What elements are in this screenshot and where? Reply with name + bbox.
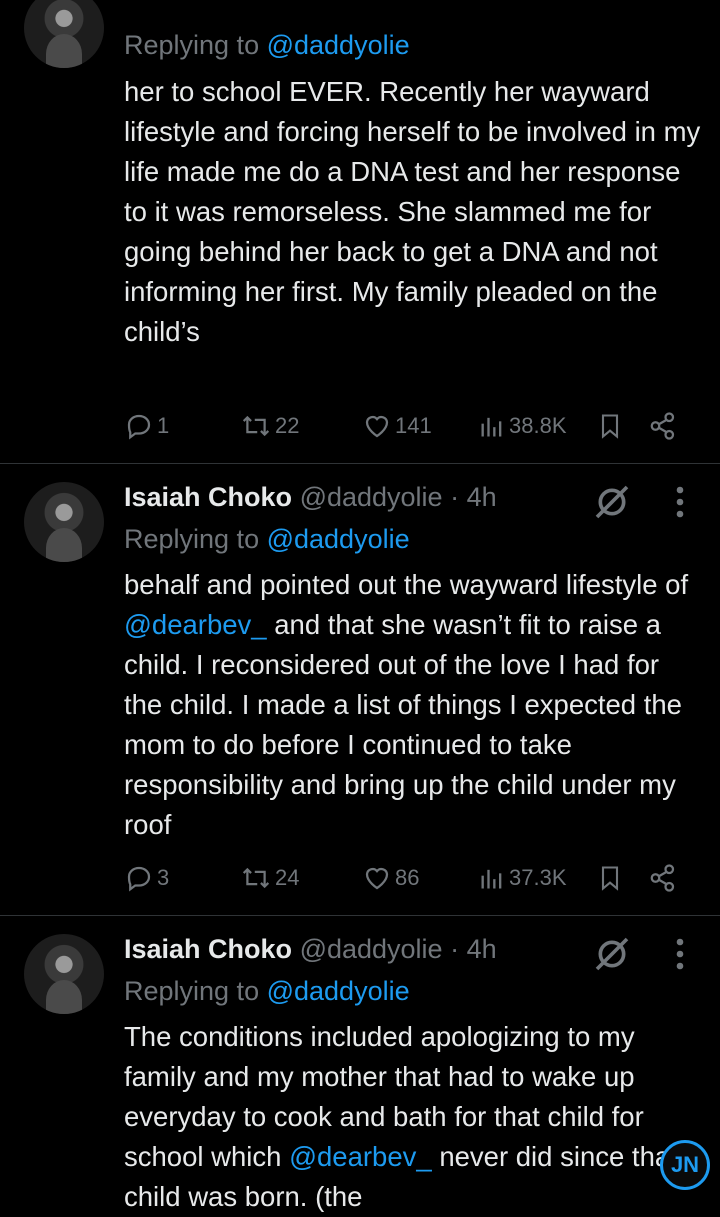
tweet-text: The conditions included apologizing to m… [124, 1021, 678, 1212]
replying-handle-link[interactable]: @daddyolie [267, 30, 410, 60]
repost-icon [242, 415, 270, 437]
replying-handle-link[interactable]: @daddyolie [267, 976, 410, 1006]
bookmark-icon [601, 866, 619, 891]
views-button[interactable]: 38.8K [478, 406, 567, 446]
share-button[interactable] [648, 858, 678, 898]
avatar[interactable] [24, 482, 104, 562]
reply-icon [127, 414, 151, 440]
replying-handle-link[interactable]: @daddyolie [267, 524, 410, 554]
tweet-actions: 1 22 141 38.8K [124, 406, 694, 446]
reply-button[interactable]: 1 [124, 406, 169, 446]
tweet-time[interactable]: · 4h [443, 482, 497, 512]
tweet-text: behalf and pointed out the wayward lifes… [124, 569, 689, 840]
like-button[interactable]: 86 [362, 858, 419, 898]
views-button[interactable]: 37.3K [478, 858, 567, 898]
author-name[interactable]: Isaiah Choko [124, 482, 292, 512]
author-handle[interactable]: @daddyolie [300, 482, 443, 512]
share-icon [650, 864, 675, 892]
bookmark-icon [601, 414, 619, 439]
replying-to: Replying to @daddyolie [124, 976, 410, 1006]
bookmark-button[interactable] [596, 858, 624, 898]
tweet-time[interactable]: · 4h [443, 934, 497, 964]
share-icon [650, 412, 675, 440]
tweet-1[interactable]: Replying to @daddyolie her to school EVE… [0, 0, 720, 460]
replying-to: Replying to @daddyolie [124, 524, 410, 554]
tweet-3[interactable]: Isaiah Choko @daddyolie · 4h Replying to… [0, 916, 720, 1214]
author-name[interactable]: Isaiah Choko [124, 934, 292, 964]
mention-link[interactable]: @dearbev_ [289, 1141, 432, 1172]
reply-icon [127, 866, 151, 892]
watermark-logo: JN [660, 1140, 710, 1190]
author-handle[interactable]: @daddyolie [300, 934, 443, 964]
bookmark-button[interactable] [596, 406, 624, 446]
tweet-text: her to school EVER. Recently her wayward… [124, 76, 701, 347]
reply-button[interactable]: 3 [124, 858, 169, 898]
tweet-actions: 3 24 86 37.3K [124, 858, 694, 898]
repost-icon [242, 867, 270, 889]
avatar[interactable] [24, 934, 104, 1014]
mention-link[interactable]: @dearbev_ [124, 609, 267, 640]
more-options-icon[interactable] [668, 936, 692, 972]
repost-button[interactable]: 22 [240, 406, 299, 446]
views-icon [481, 417, 502, 437]
grok-icon[interactable] [592, 482, 632, 522]
tweet-header: Isaiah Choko @daddyolie · 4h [124, 932, 497, 966]
heart-icon [365, 415, 389, 438]
tweet-2[interactable]: Isaiah Choko @daddyolie · 4h Replying to… [0, 464, 720, 914]
avatar[interactable] [24, 0, 104, 68]
like-button[interactable]: 141 [362, 406, 432, 446]
tweet-header: Isaiah Choko @daddyolie · 4h [124, 480, 497, 514]
heart-icon [365, 867, 389, 890]
repost-button[interactable]: 24 [240, 858, 299, 898]
views-icon [481, 869, 502, 889]
replying-to: Replying to @daddyolie [124, 30, 410, 60]
more-options-icon[interactable] [668, 484, 692, 520]
share-button[interactable] [648, 406, 678, 446]
grok-icon[interactable] [592, 934, 632, 974]
